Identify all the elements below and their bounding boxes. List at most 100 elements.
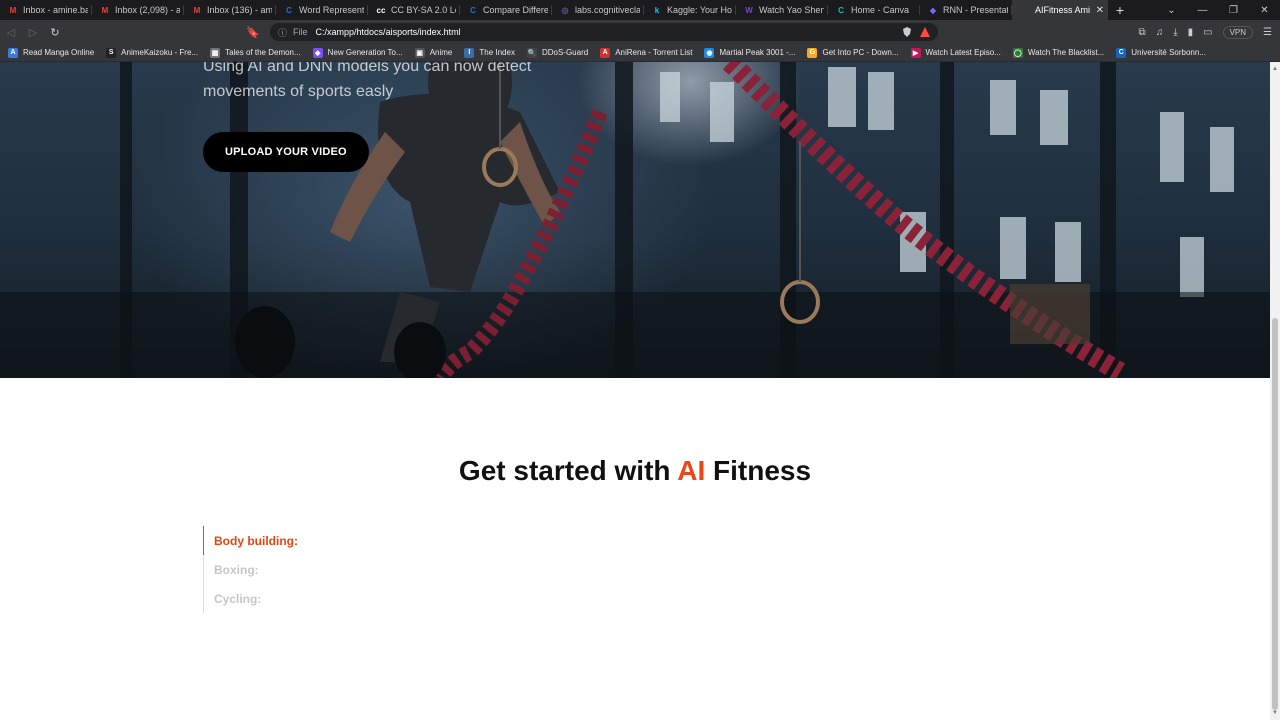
bookmark-label: Watch Latest Episo... [925,48,1001,57]
bookmark-item[interactable]: ◯ Watch The Blacklist... [1012,47,1105,58]
gmail-icon: M [101,5,109,15]
address-toolbar: ◁ ▷ ↻ 🔖 ⓘ File C:/xampp/htdocs/aisports/… [0,20,1280,44]
tab-label: Inbox - amine.bakl [23,5,88,15]
hero-banner: Using AI and DNN models you can now dete… [0,62,1270,378]
tab-label: CC BY-SA 2.0 Lega [391,5,456,15]
new-tab-button[interactable]: + [1108,0,1132,20]
reload-icon[interactable]: ↻ [44,26,66,39]
gmail-icon: M [193,5,201,15]
upload-video-button[interactable]: UPLOAD YOUR VIDEO [203,132,369,172]
kaggle-icon: k [654,5,660,15]
bookmark-favicon-icon: ◯ [1012,47,1023,58]
title-suffix: Fitness [705,455,812,486]
chrome-c-icon: C [286,5,292,15]
page-scrollbar[interactable]: ▲ ▼ [1270,62,1280,720]
sidebar-icon[interactable]: ▮ [1188,27,1194,38]
bookmark-label: New Generation To... [327,48,403,57]
shield-icon: ◆ [929,5,937,15]
vpn-button[interactable]: VPN [1222,25,1254,39]
tab-search-chevron-icon[interactable]: ⌄ [1156,5,1187,16]
tab-label: Home - Canva [851,5,910,15]
bookmark-item[interactable]: A AniRena - Torrent List [600,47,692,58]
bookmark-item[interactable]: ◉ Martial Peak 3001 -... [704,47,795,58]
back-arrow-icon[interactable]: ◁ [0,26,22,39]
browser-tab[interactable]: M Inbox - amine.bakl [0,0,92,20]
menu-icon[interactable]: ☰ [1263,27,1272,38]
bookmark-item[interactable]: G Get Into PC - Down... [807,47,899,58]
sport-list: Body building: Boxing: Cycling: [203,526,298,613]
browser-tab[interactable]: M Inbox (2,098) - ami [92,0,184,20]
close-tab-icon[interactable]: ✕ [1096,5,1104,16]
bookmark-label: Université Sorbonn... [1131,48,1206,57]
tab-label: Kaggle: Your Home [667,5,732,15]
bookmark-item[interactable]: C Université Sorbonn... [1116,47,1206,58]
watch-icon: W [745,5,753,15]
bookmark-item[interactable]: ▦ Tales of the Demon... [210,47,301,58]
browser-tab[interactable]: C Compare Different [460,0,552,20]
download-icon[interactable]: ⤓ [1173,27,1177,38]
bookmark-item[interactable]: ▶ Watch Latest Episo... [910,47,1001,58]
browser-tab[interactable]: C Home - Canva [828,0,920,20]
tab-label: Inbox (136) - amine [207,5,272,15]
bookmark-label: Tales of the Demon... [225,48,301,57]
bookmark-favicon-icon: I [464,47,475,58]
bookmark-item[interactable]: ▣ Anime [414,47,452,58]
bookmark-label: AnimeKaizoku - Fre... [121,48,199,57]
close-window-icon[interactable]: ✕ [1249,5,1280,16]
scrollbar-thumb[interactable] [1272,318,1278,710]
minimize-icon[interactable]: — [1187,5,1218,16]
browser-tab[interactable]: W Watch Yao Shen Ji [736,0,828,20]
bookmark-favicon-icon: ▣ [414,47,425,58]
bookmark-label: Get Into PC - Down... [822,48,899,57]
browser-tab[interactable]: M Inbox (136) - amine [184,0,276,20]
browser-tab[interactable]: C Word Representati [276,0,368,20]
url-bar[interactable]: ⓘ File C:/xampp/htdocs/aisports/index.ht… [270,23,938,41]
page-viewport: Using AI and DNN models you can now dete… [0,62,1280,720]
sport-item[interactable]: Boxing: [204,555,298,584]
chrome-c-icon: C [470,5,476,15]
gym-background-image [0,62,1270,378]
scroll-down-arrow-icon[interactable]: ▼ [1272,710,1278,716]
bookmark-item[interactable]: A Read Manga Online [8,47,95,58]
bookmark-item[interactable]: I The Index [464,47,515,58]
media-icon[interactable]: ♫ [1156,27,1164,38]
toolbar-actions: ⧉ ♫ ⤓ ▮ ▭ VPN ☰ [1139,25,1280,39]
info-icon[interactable]: ⓘ [278,26,287,39]
extensions-icon[interactable]: ⧉ [1139,27,1146,38]
scroll-up-arrow-icon[interactable]: ▲ [1272,66,1278,72]
hero-subtitle: Using AI and DNN models you can now dete… [203,62,532,100]
tab-label: RNN - Presentatio [943,5,1008,15]
tab-label: Compare Different [483,5,548,15]
bookmark-item[interactable]: 🔍 DDoS-Guard [526,47,588,58]
bookmark-favicon-icon: A [600,47,611,58]
bookmark-label: The Index [479,48,515,57]
wallet-icon[interactable]: ▭ [1203,27,1212,38]
forward-arrow-icon[interactable]: ▷ [22,26,44,39]
bookmark-item[interactable]: ◆ New Generation To... [312,47,403,58]
browser-tab[interactable]: ◆ RNN - Presentatio [920,0,1012,20]
title-accent: AI [677,455,706,486]
bookmark-favicon-icon: ▶ [910,47,921,58]
tab-label: labs.cognitiveclass [575,5,640,15]
restore-icon[interactable]: ❐ [1218,5,1249,16]
url-text[interactable]: C:/xampp/htdocs/aisports/index.html [316,27,461,37]
browser-tab[interactable]: k Kaggle: Your Home [644,0,736,20]
bookmark-favicon-icon: ▦ [210,47,221,58]
sport-item[interactable]: Body building: [203,526,298,555]
section-title: Get started with AI Fitness [0,455,1270,487]
brave-rewards-icon[interactable] [920,27,930,37]
bookmark-icon[interactable]: 🔖 [244,26,262,39]
browser-tab[interactable]: ◎ labs.cognitiveclass [552,0,644,20]
sport-item[interactable]: Cycling: [204,584,298,613]
browser-tab[interactable]: AIFitness Ami ✕ [1012,0,1108,20]
bookmark-label: Read Manga Online [23,48,95,57]
bookmark-favicon-icon: G [807,47,818,58]
bookmark-item[interactable]: S AnimeKaizoku - Fre... [106,47,199,58]
bookmarks-bar: A Read Manga Online S AnimeKaizoku - Fre...… [0,44,1280,62]
bookmark-label: Watch The Blacklist... [1027,48,1105,57]
canva-icon: C [838,5,844,15]
tab-label: Word Representati [299,5,364,15]
brave-shield-icon[interactable] [902,27,912,37]
browser-tab[interactable]: cc CC BY-SA 2.0 Lega [368,0,460,20]
gmail-icon: M [9,5,17,15]
